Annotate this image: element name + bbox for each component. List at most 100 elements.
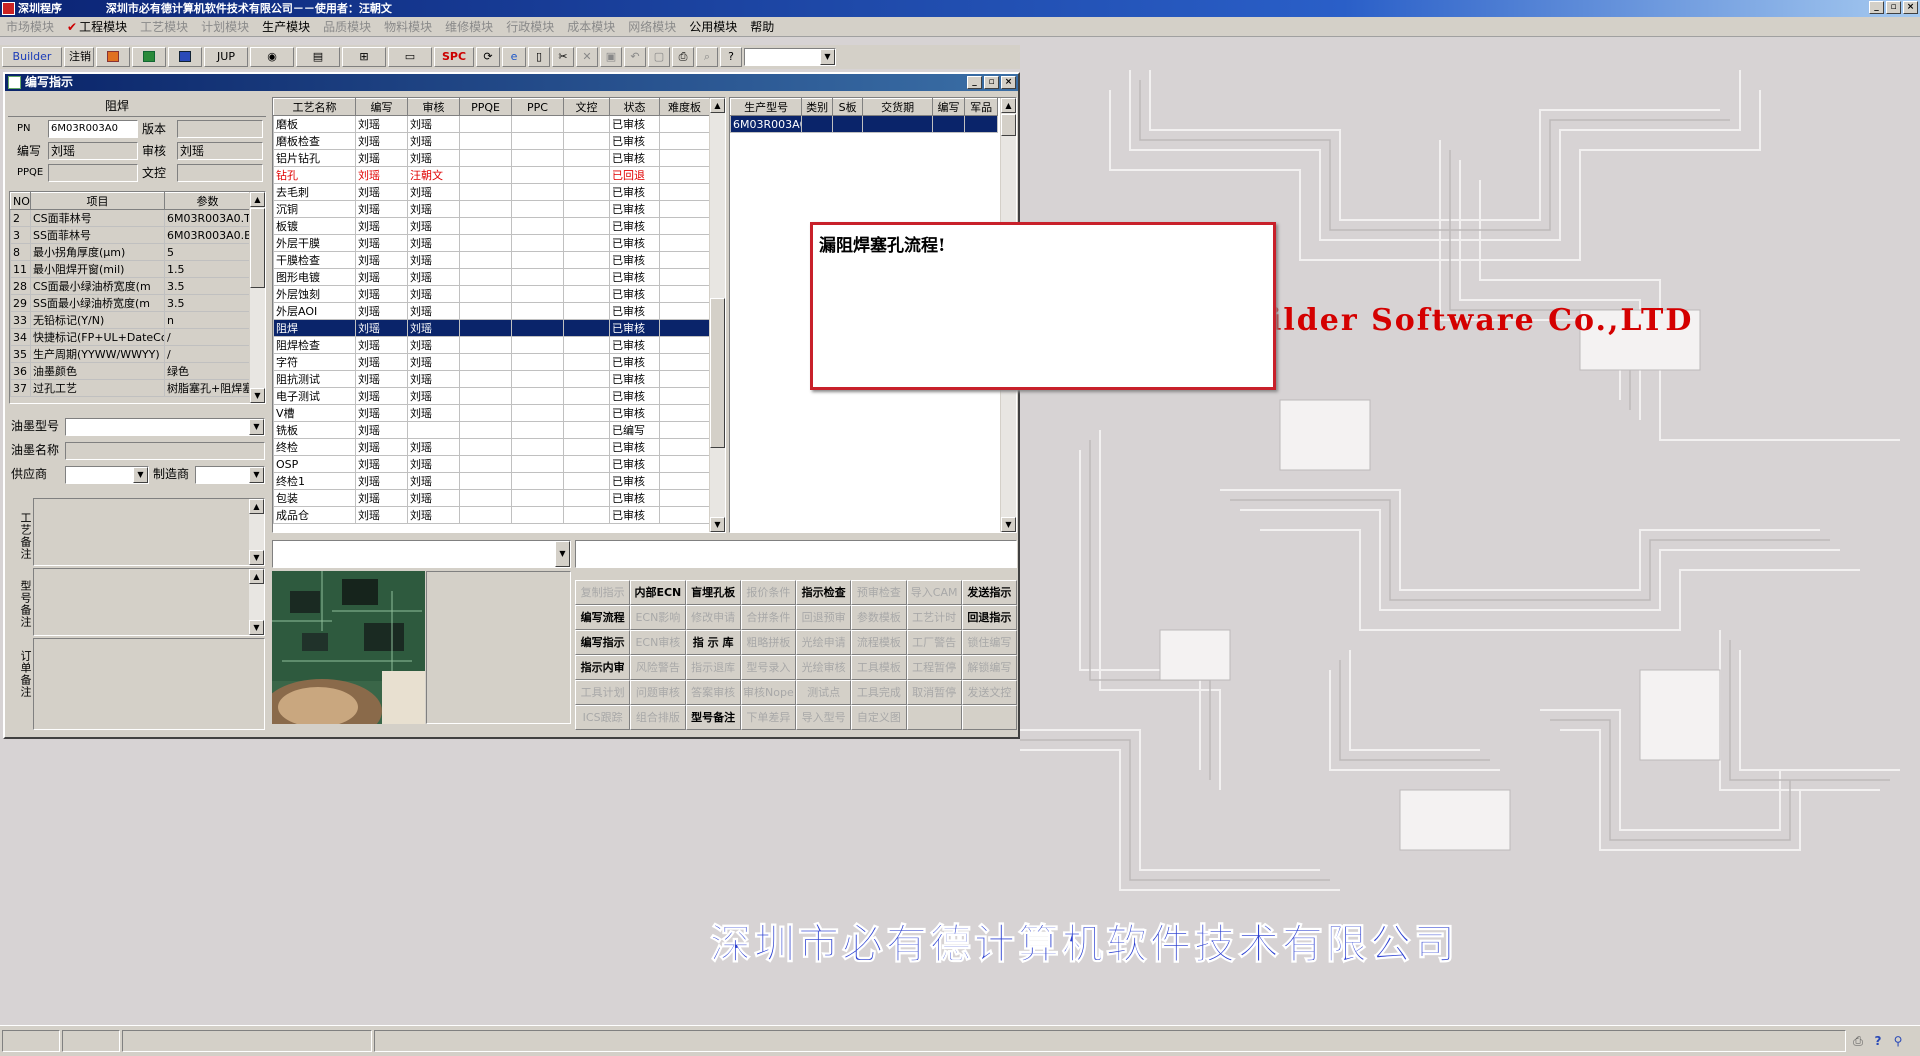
word-icon[interactable] bbox=[168, 47, 202, 67]
process-row[interactable]: 阻焊检查 刘瑶 刘瑶 已审核 bbox=[273, 336, 710, 354]
action-button[interactable]: 合拼条件 bbox=[740, 605, 796, 630]
print-icon[interactable]: ⎙ bbox=[672, 47, 694, 67]
param-row[interactable]: 29 SS面最小绿油桥宽度(m 3.5 bbox=[10, 294, 251, 312]
process-header[interactable]: 工艺名称 bbox=[273, 98, 356, 116]
param-row[interactable]: 33 无铅标记(Y/N) n bbox=[10, 311, 251, 329]
menu-item-11[interactable]: 公用模块 bbox=[689, 17, 737, 36]
action-button[interactable]: 回退预审 bbox=[796, 605, 852, 630]
action-button[interactable]: 答案审核 bbox=[685, 680, 741, 705]
param-row[interactable]: 35 生产周期(YYWW/WWYY) / bbox=[10, 345, 251, 363]
action-button[interactable]: 流程模板 bbox=[851, 630, 907, 655]
action-button[interactable]: 导入CAM bbox=[906, 580, 962, 605]
process-row[interactable]: 阻焊 刘瑶 刘瑶 已审核 bbox=[273, 319, 710, 337]
action-button[interactable]: 报价条件 bbox=[740, 580, 796, 605]
scroll-up-icon[interactable]: ▲ bbox=[250, 192, 265, 207]
author-field[interactable]: 刘瑶 bbox=[48, 142, 138, 160]
action-button[interactable]: 参数模板 bbox=[851, 605, 907, 630]
menu-item-4[interactable]: 生产模块 bbox=[262, 17, 310, 36]
param-row[interactable]: 2 CS面菲林号 6M03R003A0.TS bbox=[10, 209, 251, 227]
window-restore-button[interactable]: ▫ bbox=[984, 76, 999, 89]
action-button[interactable]: 光绘申请 bbox=[796, 630, 852, 655]
process-row[interactable]: 电子测试 刘瑶 刘瑶 已审核 bbox=[273, 387, 710, 405]
process-row[interactable]: 外层蚀刻 刘瑶 刘瑶 已审核 bbox=[273, 285, 710, 303]
process-row[interactable]: 钻孔 刘瑶 汪朝文 已回退 bbox=[273, 166, 710, 184]
process-row[interactable]: 外层AOI 刘瑶 刘瑶 已审核 bbox=[273, 302, 710, 320]
param-row[interactable]: 28 CS面最小绿油桥宽度(m 3.5 bbox=[10, 277, 251, 295]
process-row[interactable]: 磨板检查 刘瑶 刘瑶 已审核 bbox=[273, 132, 710, 150]
menu-item-1[interactable]: ✔ 工程模块 bbox=[67, 17, 127, 36]
action-button[interactable]: 审核Nope bbox=[740, 680, 796, 705]
process-row[interactable]: 铣板 刘瑶 已编写 bbox=[273, 421, 710, 439]
scroll-up-icon[interactable]: ▲ bbox=[710, 98, 725, 113]
param-scrollbar[interactable]: ▲ ▼ bbox=[249, 192, 265, 403]
supplier-select[interactable]: ▼ bbox=[65, 466, 149, 484]
process-row[interactable]: 板镀 刘瑶 刘瑶 已审核 bbox=[273, 217, 710, 235]
restore-button[interactable]: ▫ bbox=[1886, 1, 1901, 14]
product-header[interactable]: 类别 bbox=[801, 98, 833, 116]
process-header[interactable]: 编写 bbox=[355, 98, 408, 116]
find-icon[interactable]: ⌕ bbox=[696, 47, 718, 67]
action-button[interactable] bbox=[906, 705, 962, 730]
action-button[interactable]: 取消暂停 bbox=[906, 680, 962, 705]
cut-icon[interactable]: ✂ bbox=[552, 47, 574, 67]
book-icon[interactable]: ▤ bbox=[296, 47, 340, 67]
action-button[interactable]: 编写流程 bbox=[575, 605, 631, 630]
maker-select[interactable]: ▼ bbox=[195, 466, 265, 484]
eye-icon[interactable]: ◉ bbox=[250, 47, 294, 67]
menu-item-3[interactable]: 计划模块 bbox=[201, 17, 249, 36]
excel-icon[interactable] bbox=[132, 47, 166, 67]
action-button[interactable]: 盲埋孔板 bbox=[685, 580, 741, 605]
window-minimize-button[interactable]: _ bbox=[967, 76, 982, 89]
process-row[interactable]: 外层干膜 刘瑶 刘瑶 已审核 bbox=[273, 234, 710, 252]
action-button[interactable]: 工具模板 bbox=[851, 655, 907, 680]
product-row[interactable]: 6M03R003A0 bbox=[730, 115, 998, 133]
version-field[interactable] bbox=[177, 120, 263, 138]
process-row[interactable]: 包装 刘瑶 刘瑶 已审核 bbox=[273, 489, 710, 507]
action-button[interactable]: 发送指示 bbox=[961, 580, 1017, 605]
param-row[interactable]: 8 最小拐角厚度(μm) 5 bbox=[10, 243, 251, 261]
toolbar-combo[interactable]: ▼ bbox=[744, 48, 836, 66]
action-button[interactable]: 锁住编写 bbox=[961, 630, 1017, 655]
action-button[interactable]: 自定义图 bbox=[851, 705, 907, 730]
action-button[interactable]: 下单差异 bbox=[740, 705, 796, 730]
process-memo[interactable]: ▲ ▼ bbox=[33, 498, 265, 566]
param-header[interactable]: 项目 bbox=[30, 192, 165, 210]
new-icon[interactable]: ▯ bbox=[528, 47, 550, 67]
process-row[interactable]: 干膜检查 刘瑶 刘瑶 已审核 bbox=[273, 251, 710, 269]
network-icon[interactable]: ⊞ bbox=[342, 47, 386, 67]
ink-model-select[interactable]: ▼ bbox=[65, 418, 265, 436]
process-row[interactable]: 铝片钻孔 刘瑶 刘瑶 已审核 bbox=[273, 149, 710, 167]
action-button[interactable]: ICS跟踪 bbox=[575, 705, 631, 730]
action-button[interactable] bbox=[961, 705, 1017, 730]
action-button[interactable]: 指示检查 bbox=[796, 580, 852, 605]
product-header[interactable]: 军品 bbox=[964, 98, 998, 116]
ie-icon[interactable]: e bbox=[502, 47, 526, 67]
review-field[interactable]: 刘瑶 bbox=[177, 142, 263, 160]
menu-item-7[interactable]: 维修模块 bbox=[445, 17, 493, 36]
menu-item-2[interactable]: 工艺模块 bbox=[140, 17, 188, 36]
process-row[interactable]: 磨板 刘瑶 刘瑶 已审核 bbox=[273, 115, 710, 133]
process-header[interactable]: 文控 bbox=[563, 98, 610, 116]
action-button[interactable]: 编写指示 bbox=[575, 630, 631, 655]
close-button[interactable]: × bbox=[1903, 1, 1918, 14]
order-memo[interactable] bbox=[33, 638, 265, 730]
action-button[interactable]: 型号录入 bbox=[740, 655, 796, 680]
process-row[interactable]: V槽 刘瑶 刘瑶 已审核 bbox=[273, 404, 710, 422]
process-header[interactable]: 难度板 bbox=[659, 98, 710, 116]
action-button[interactable]: ECN审核 bbox=[630, 630, 686, 655]
process-row[interactable]: OSP 刘瑶 刘瑶 已审核 bbox=[273, 455, 710, 473]
param-row[interactable]: 36 油墨颜色 绿色 bbox=[10, 362, 251, 380]
process-row[interactable]: 终检1 刘瑶 刘瑶 已审核 bbox=[273, 472, 710, 490]
instruction-input[interactable] bbox=[575, 540, 1017, 568]
action-button[interactable]: 工艺计时 bbox=[906, 605, 962, 630]
action-button[interactable]: 粗略拼板 bbox=[740, 630, 796, 655]
minimize-button[interactable]: _ bbox=[1869, 1, 1884, 14]
ppqe-field[interactable] bbox=[48, 164, 138, 182]
product-header[interactable]: 生产型号 bbox=[730, 98, 803, 116]
product-header[interactable]: 编写 bbox=[931, 98, 966, 116]
doc-control-field[interactable] bbox=[177, 164, 263, 182]
param-row[interactable]: 37 过孔工艺 树脂塞孔+阻焊塞 bbox=[10, 379, 251, 397]
action-button[interactable]: 发送文控 bbox=[961, 680, 1017, 705]
spc-button[interactable]: SPC bbox=[434, 47, 474, 67]
menu-item-10[interactable]: 网络模块 bbox=[628, 17, 676, 36]
